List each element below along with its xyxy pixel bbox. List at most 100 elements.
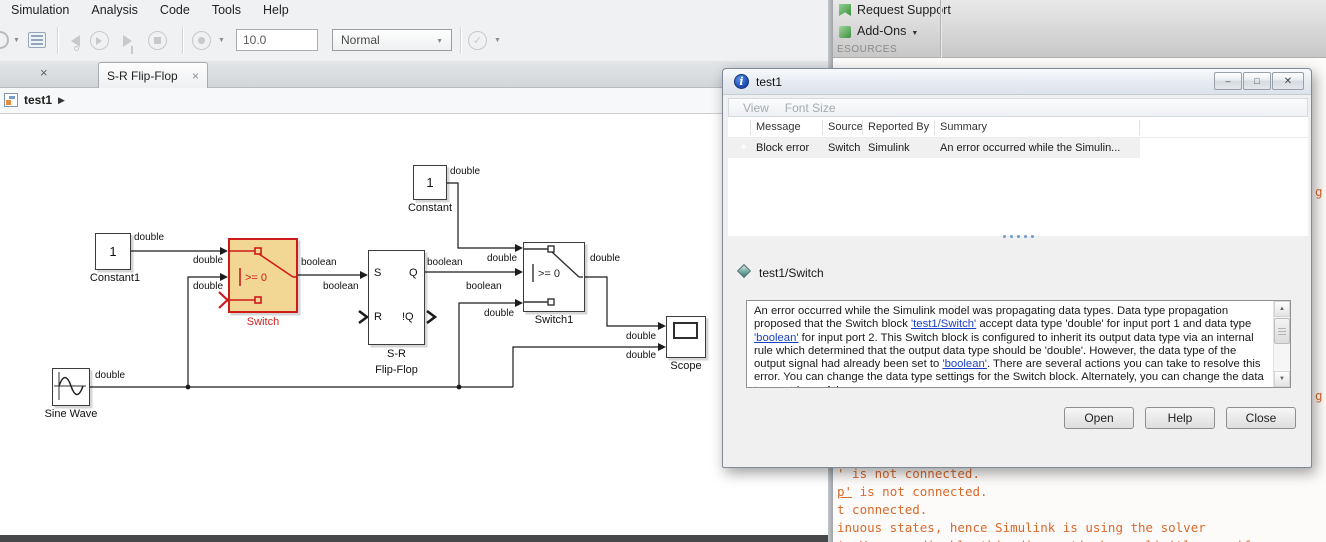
diagram-canvas[interactable]: 1 Constant1 >= 0 S	[0, 114, 828, 535]
constant1-value: 1	[96, 234, 130, 269]
block-label-scope: Scope	[663, 360, 709, 372]
open-button[interactable]: Open	[1064, 407, 1134, 429]
table-row[interactable]: ✚ Block error Switch Simulink An error o…	[728, 138, 1140, 158]
request-support-button[interactable]: Request Support	[857, 3, 951, 17]
console-line: t connected.	[837, 502, 927, 517]
console-fragment: g	[1315, 388, 1323, 403]
block-label-switch1: Switch1	[519, 314, 589, 326]
screen: Request Support Add-Ons▼ ESOURCES g g ' …	[0, 0, 1326, 542]
dialog-titlebar[interactable]: i test1 – □ ✕	[723, 69, 1311, 95]
close-window-button[interactable]: ✕	[1272, 72, 1304, 90]
breadcrumb-model-name[interactable]: test1	[24, 93, 52, 107]
toolbar-separator	[460, 27, 461, 54]
close-button[interactable]: Close	[1226, 407, 1296, 429]
editor-toolbar: ▼ ▼ Normal ▼ ✓ ▼	[0, 20, 828, 61]
scroll-up-icon[interactable]: ▲	[1274, 301, 1290, 317]
svg-text:>= 0: >= 0	[538, 268, 560, 280]
hidden-tab-close-icon[interactable]: ×	[40, 65, 48, 80]
model-advisor-check-icon[interactable]: ✓	[468, 31, 487, 50]
cell-icon: ✚	[728, 142, 751, 154]
menu-simulation[interactable]: Simulation	[0, 3, 80, 17]
menu-view[interactable]: View	[743, 101, 769, 115]
dialog-title: test1	[756, 75, 782, 89]
error-link[interactable]: 'boolean'	[754, 332, 799, 344]
col-summary[interactable]: Summary	[935, 120, 1140, 135]
menu-help[interactable]: Help	[252, 3, 300, 17]
cell-message: Block error	[751, 142, 823, 154]
switch1-glyph: >= 0	[524, 243, 583, 310]
error-table: Message Source Reported By Summary ✚ Blo…	[728, 117, 1308, 236]
block-scope[interactable]	[666, 316, 706, 358]
run-icon[interactable]	[90, 31, 109, 50]
block-label-switch: Switch	[228, 316, 298, 328]
block-label-srff-2: Flip-Flop	[358, 364, 435, 376]
tab-label: S-R Flip-Flop	[107, 69, 186, 83]
check-caret-icon[interactable]: ▼	[494, 37, 501, 44]
matlab-toolstrip: Request Support Add-Ons▼ ESOURCES	[833, 0, 1326, 58]
signal-label: double	[134, 232, 164, 243]
addons-icon	[839, 26, 851, 38]
tab-close-icon[interactable]: ×	[192, 69, 199, 83]
block-sine-wave[interactable]	[52, 368, 90, 406]
signal-label: boolean	[301, 257, 337, 268]
restore-button[interactable]: □	[1243, 72, 1271, 90]
block-sr-flip-flop[interactable]: S Q R !Q	[368, 250, 425, 345]
block-label-srff-1: S-R	[368, 348, 425, 360]
window-controls: – □ ✕	[1214, 72, 1304, 90]
signal-label: double	[626, 331, 656, 342]
stop-icon[interactable]	[148, 31, 167, 50]
splitter-handle[interactable]	[993, 235, 1043, 238]
menu-font-size[interactable]: Font Size	[785, 101, 836, 115]
switch-glyph: >= 0	[230, 240, 296, 311]
scroll-down-icon[interactable]: ▼	[1274, 371, 1290, 387]
library-browser-icon[interactable]	[28, 32, 46, 48]
signal-label: double	[95, 370, 125, 381]
gear-caret-icon[interactable]: ▼	[13, 37, 20, 44]
block-switch[interactable]: >= 0	[228, 238, 298, 313]
error-link[interactable]: 'boolean'	[942, 358, 987, 370]
minimize-button[interactable]: –	[1214, 72, 1242, 90]
toolstrip-separator	[940, 0, 941, 58]
menu-tools[interactable]: Tools	[201, 3, 252, 17]
step-back-pin-icon	[74, 46, 79, 51]
error-detail-box[interactable]: An error occurred while the Simulink mod…	[746, 300, 1291, 388]
scroll-thumb[interactable]	[1274, 318, 1290, 344]
simulation-mode-dropdown[interactable]: Normal ▼	[332, 29, 452, 51]
addons-button[interactable]: Add-Ons▼	[857, 24, 918, 38]
block-constant[interactable]: 1	[413, 165, 447, 200]
signal-label: boolean	[323, 281, 359, 292]
port-s: S	[374, 267, 381, 279]
signal-label: double	[193, 255, 223, 266]
col-source[interactable]: Source	[823, 120, 863, 135]
simulink-editor-window: Simulation Analysis Code Tools Help ▼ ▼ …	[0, 0, 833, 542]
tab-sr-flip-flop[interactable]: S-R Flip-Flop ×	[98, 62, 208, 88]
signal-label: double	[484, 308, 514, 319]
block-switch1[interactable]: >= 0	[523, 242, 585, 312]
signal-label: double	[626, 350, 656, 361]
record-caret-icon[interactable]: ▼	[218, 37, 225, 44]
step-forward-icon[interactable]	[118, 31, 137, 50]
simulation-stop-time-input[interactable]	[236, 29, 318, 51]
col-reported-by[interactable]: Reported By	[863, 120, 935, 135]
error-link[interactable]: 'test1/Switch'	[911, 318, 976, 330]
block-constant1[interactable]: 1	[95, 233, 131, 270]
help-button[interactable]: Help	[1145, 407, 1215, 429]
step-back-icon[interactable]	[65, 35, 80, 47]
col-message[interactable]: Message	[751, 120, 823, 135]
breadcrumb-arrow-icon[interactable]: ▶	[58, 95, 65, 106]
console-line: '. You can disable this diagnostic by ex…	[837, 538, 1251, 542]
scrollbar[interactable]: ▲ ▼	[1273, 301, 1290, 387]
signal-label: double	[450, 166, 480, 177]
console-line: p' is not connected.	[837, 484, 988, 499]
signal-label: double	[487, 253, 517, 264]
menu-code[interactable]: Code	[149, 3, 201, 17]
settings-gear-icon[interactable]	[0, 31, 9, 49]
editor-menubar: Simulation Analysis Code Tools Help	[0, 0, 828, 20]
mode-caret-icon: ▼	[436, 38, 443, 45]
record-icon[interactable]	[192, 31, 211, 50]
error-text-segment: accept data type 'double' for input port…	[976, 318, 1251, 330]
block-diamond-icon	[737, 264, 751, 278]
svg-text:>= 0: >= 0	[245, 272, 267, 284]
menu-analysis[interactable]: Analysis	[80, 3, 149, 17]
table-header: Message Source Reported By Summary	[728, 117, 1308, 138]
